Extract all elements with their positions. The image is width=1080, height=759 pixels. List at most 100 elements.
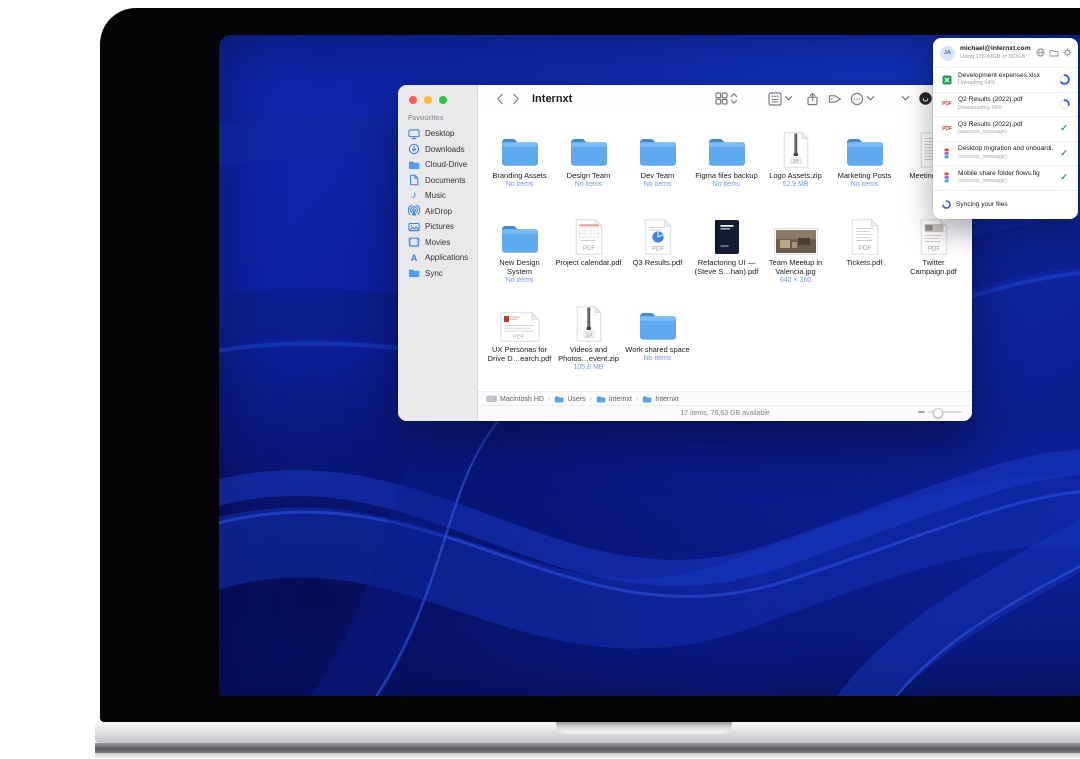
file-item-twitter-campaign-pdf[interactable]: PDF Twitter Campaign.pdf — [899, 215, 968, 302]
file-subtitle: No items — [713, 181, 741, 188]
file-item-ux-personas-for-drive-d-earch-pdf[interactable]: PDF UX Personas for Drive D…earch.pdf — [485, 302, 554, 389]
sidebar-item-downloads[interactable]: Downloads — [398, 142, 477, 158]
actions-button[interactable] — [850, 92, 875, 106]
music-icon: ♪ — [412, 191, 417, 201]
file-name: Team Meetup in Valencia.jpg — [762, 258, 829, 276]
file-item-videos-and-photos-event-zip[interactable]: ZIP Videos and Photos…event.zip 105,8 MB — [554, 302, 623, 389]
gear-icon — [1063, 48, 1072, 57]
finder-sidebar: Favourites DesktopDownloadsCloud-DriveDo… — [398, 85, 478, 421]
overflow-button[interactable] — [901, 95, 910, 102]
file-item-tickets-pdf[interactable]: PDF Tickets.pdf — [830, 215, 899, 302]
internxt-app-button[interactable] — [919, 92, 932, 105]
file-item-design-team[interactable]: Design Team No items — [554, 128, 623, 215]
account-email: michael@internxt.com — [960, 45, 1031, 53]
file-subtitle: No items — [644, 355, 672, 362]
close-button[interactable] — [409, 96, 417, 104]
svg-text:PDF: PDF — [513, 335, 525, 341]
file-subtitle: No items — [851, 181, 879, 188]
sidebar-item-airdrop[interactable]: AirDrop — [398, 204, 477, 220]
sidebar-item-documents[interactable]: Documents — [398, 173, 477, 189]
pdf-file-icon: PDF — [942, 126, 951, 132]
svg-text:ZIP: ZIP — [792, 158, 799, 163]
file-item-q3-results-pdf[interactable]: PDF Q3 Results.pdf — [623, 215, 692, 302]
file-name: Twitter Campaign.pdf — [900, 258, 967, 276]
folder-icon — [596, 395, 606, 403]
sidebar-item-desktop[interactable]: Desktop — [398, 126, 477, 142]
sync-item-mobile-share-folder-flows-fig[interactable]: Mobile share folder flows.fig (success_m… — [933, 165, 1078, 190]
sidebar-item-label: Desktop — [425, 129, 454, 138]
tag-icon — [828, 93, 842, 105]
sync-spinner-icon — [942, 200, 951, 209]
file-item-logo-assets-zip[interactable]: ZIP Logo Assets.zip 52,9 MB — [761, 128, 830, 215]
group-view-icon — [768, 92, 782, 106]
file-item-refactoring-ui-steve-s-han-pdf[interactable]: Refactoring UI — (Steve S…han).pdf — [692, 215, 761, 302]
folder-icon — [566, 132, 612, 168]
file-item-marketing-posts[interactable]: Marketing Posts No items — [830, 128, 899, 215]
success-check-icon: ✓ — [1060, 149, 1068, 158]
forward-button[interactable] — [508, 90, 524, 108]
sidebar-item-applications[interactable]: AApplications — [398, 250, 477, 266]
file-name: Marketing Posts — [838, 171, 892, 180]
grid-view-icon — [715, 92, 728, 105]
zoom-button[interactable] — [439, 96, 447, 104]
macbook-deck-shadow — [95, 753, 1080, 759]
breadcrumb-internxt[interactable]: Internxt — [642, 395, 678, 403]
sidebar-item-sync[interactable]: Sync — [398, 266, 477, 282]
sync-item-development-expenses-xlsx[interactable]: Development expenses.xlsx Uploading 64% — [933, 67, 1078, 92]
file-item-figma-files-backup[interactable]: Figma files backup No items — [692, 128, 761, 215]
folder-button[interactable] — [1049, 44, 1059, 62]
svg-text:PDF: PDF — [859, 246, 871, 252]
sidebar-item-pictures[interactable]: Pictures — [398, 219, 477, 235]
tags-button[interactable] — [828, 93, 842, 105]
globe-button[interactable] — [1036, 44, 1045, 62]
globe-icon — [1036, 48, 1045, 57]
sync-item-desktop-migration-and-onboardi[interactable]: Desktop migration and onboardi… (success… — [933, 141, 1078, 166]
sync-item-name: Desktop migration and onboardi… — [958, 145, 1053, 154]
file-subtitle: 52,9 MB — [782, 181, 808, 188]
sidebar-item-label: AirDrop — [425, 207, 452, 216]
folder-icon — [635, 132, 681, 168]
slider-knob[interactable] — [933, 408, 943, 418]
group-by-button[interactable] — [768, 92, 793, 106]
file-name: Work shared space — [625, 345, 689, 354]
progress-ring-icon — [1059, 99, 1070, 110]
internxt-sync-widget: JA michael@internxt.com Using 176.42GB o… — [933, 38, 1078, 219]
sync-item-q2-results-2022-pdf[interactable]: PDF Q2 Results (2022).pdf Downloading 26… — [933, 92, 1078, 117]
file-name: Dev Team — [641, 171, 675, 180]
sync-item-name: Development expenses.xlsx — [958, 72, 1053, 81]
share-button[interactable] — [806, 92, 819, 106]
sync-item-q3-results-2022-pdf[interactable]: PDF Q3 Results (2022).pdf (success_messa… — [933, 116, 1078, 141]
sync-item-status: (success_message) — [958, 154, 1053, 161]
file-item-new-design-system[interactable]: New Design System No items — [485, 215, 554, 302]
sync-item-name: Mobile share folder flows.fig — [958, 170, 1053, 179]
sidebar-item-movies[interactable]: Movies — [398, 235, 477, 251]
breadcrumb-label: Users — [567, 396, 585, 403]
breadcrumb-users[interactable]: Users — [554, 395, 585, 403]
gear-button[interactable] — [1063, 44, 1072, 62]
folder-icon — [408, 267, 420, 279]
icon-size-slider[interactable] — [918, 411, 962, 413]
breadcrumb-macintosh-hd[interactable]: Macintosh HD — [486, 395, 544, 403]
minimize-button[interactable] — [424, 96, 432, 104]
sidebar-item-label: Cloud-Drive — [425, 160, 467, 169]
file-item-work-shared-space[interactable]: Work shared space No items — [623, 302, 692, 389]
file-item-project-calendar-pdf[interactable]: PDF Project calendar.pdf — [554, 215, 623, 302]
macbook-lid-notch — [556, 722, 732, 734]
file-subtitle: No items — [575, 181, 603, 188]
file-item-branding-assets[interactable]: Branding Assets No items — [485, 128, 554, 215]
breadcrumb-label: Macintosh HD — [500, 396, 544, 403]
pdf-chart-file-icon: PDF — [644, 219, 672, 255]
file-item-dev-team[interactable]: Dev Team No items — [623, 128, 692, 215]
back-button[interactable] — [492, 90, 508, 108]
sidebar-item-music[interactable]: ♪Music — [398, 188, 477, 204]
sync-spinner-icon — [942, 196, 951, 214]
sidebar-item-cloud-drive[interactable]: Cloud-Drive — [398, 157, 477, 173]
breadcrumb-internxt[interactable]: internxt — [596, 395, 632, 403]
sort-chevrons-icon — [730, 92, 738, 105]
file-item-team-meetup-in-valencia-jpg[interactable]: Team Meetup in Valencia.jpg 640 × 360 — [761, 215, 830, 302]
view-mode-button[interactable] — [715, 92, 738, 105]
movies-icon — [408, 236, 420, 248]
macbook-deck-edge — [95, 743, 1080, 753]
finder-content: Branding Assets No items Design Team No … — [478, 112, 972, 392]
action-menu-icon — [850, 92, 864, 106]
